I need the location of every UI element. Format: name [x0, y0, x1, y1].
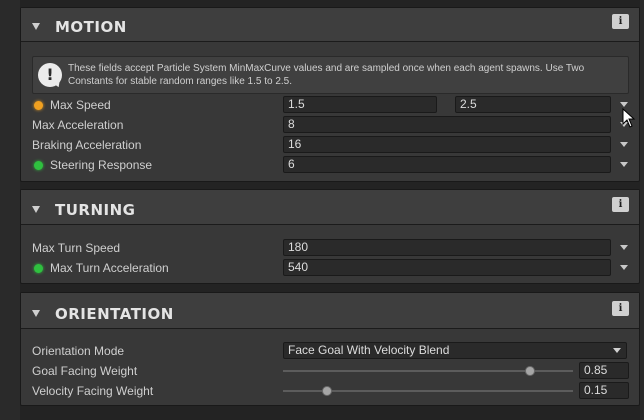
orientation-header[interactable]: ORIENTATION i	[21, 293, 639, 329]
max-turn-speed-row: Max Turn Speed 180	[21, 239, 639, 257]
info-button[interactable]: i	[612, 301, 629, 316]
fold-triangle-icon[interactable]	[32, 310, 40, 317]
orientation-section: ORIENTATION i Orientation Mode Face Goal…	[20, 292, 640, 406]
max-speed-min-input[interactable]: 1.5	[283, 96, 437, 113]
curve-mode-dropdown-icon[interactable]	[620, 162, 628, 167]
velocity-facing-weight-row: Velocity Facing Weight 0.15	[21, 382, 639, 400]
braking-acceleration-row: Braking Acceleration 16	[21, 136, 639, 154]
info-button[interactable]: i	[612, 14, 629, 29]
section-title: TURNING	[55, 201, 136, 219]
help-note-text: These fields accept Particle System MinM…	[68, 63, 585, 87]
help-note: ! These fields accept Particle System Mi…	[32, 56, 629, 94]
velocity-facing-weight-input[interactable]: 0.15	[579, 382, 629, 399]
override-dot-icon	[34, 101, 43, 110]
max-speed-max-input[interactable]: 2.5	[455, 96, 611, 113]
field-label: Max Acceleration	[32, 118, 124, 132]
field-label: Steering Response	[50, 158, 153, 172]
field-label: Orientation Mode	[32, 344, 125, 358]
max-acceleration-row: Max Acceleration 8	[21, 116, 639, 134]
fold-triangle-icon[interactable]	[32, 206, 40, 213]
field-label: Goal Facing Weight	[32, 364, 138, 378]
curve-mode-dropdown-icon[interactable]	[620, 245, 628, 250]
field-label: Velocity Facing Weight	[32, 384, 154, 398]
motion-header[interactable]: MOTION i	[21, 8, 639, 42]
right-gutter	[640, 0, 644, 420]
goal-facing-weight-input[interactable]: 0.85	[579, 362, 629, 379]
field-label: Max Turn Speed	[32, 241, 121, 255]
max-speed-row: Max Speed 1.5 2.5	[21, 96, 639, 114]
goal-facing-weight-row: Goal Facing Weight 0.85	[21, 362, 639, 380]
slider-thumb[interactable]	[321, 386, 332, 396]
info-button[interactable]: i	[612, 197, 629, 212]
curve-mode-dropdown-icon[interactable]	[620, 102, 628, 107]
curve-mode-dropdown-icon[interactable]	[620, 265, 628, 270]
max-turn-acceleration-input[interactable]: 540	[283, 259, 611, 276]
slider-thumb[interactable]	[524, 366, 535, 376]
chevron-down-icon	[613, 348, 621, 353]
speech-bubble-exclamation-icon: !	[38, 63, 62, 87]
mouse-cursor-icon	[622, 108, 636, 128]
motion-section: MOTION i ! These fields accept Particle …	[20, 7, 640, 182]
section-title: ORIENTATION	[55, 305, 174, 323]
field-label: Braking Acceleration	[32, 138, 142, 152]
goal-facing-weight-slider[interactable]	[283, 366, 573, 376]
braking-acceleration-input[interactable]: 16	[283, 136, 611, 153]
field-label: Max Turn Acceleration	[50, 261, 169, 275]
max-turn-acceleration-row: Max Turn Acceleration 540	[21, 259, 639, 277]
turning-section: TURNING i Max Turn Speed 180 Max Turn Ac…	[20, 189, 640, 284]
max-acceleration-input[interactable]: 8	[283, 116, 611, 133]
status-dot-icon	[34, 161, 43, 170]
velocity-facing-weight-slider[interactable]	[283, 386, 573, 396]
left-gutter	[0, 0, 20, 420]
field-label: Max Speed	[50, 98, 111, 112]
section-title: MOTION	[55, 18, 127, 36]
steering-response-row: Steering Response 6	[21, 156, 639, 174]
status-dot-icon	[34, 264, 43, 273]
turning-header[interactable]: TURNING i	[21, 190, 639, 225]
max-turn-speed-input[interactable]: 180	[283, 239, 611, 256]
selected-option: Face Goal With Velocity Blend	[288, 343, 450, 357]
orientation-mode-row: Orientation Mode Face Goal With Velocity…	[21, 342, 639, 360]
fold-triangle-icon[interactable]	[32, 23, 40, 30]
orientation-mode-select[interactable]: Face Goal With Velocity Blend	[283, 342, 627, 359]
curve-mode-dropdown-icon[interactable]	[620, 142, 628, 147]
steering-response-input[interactable]: 6	[283, 156, 611, 173]
